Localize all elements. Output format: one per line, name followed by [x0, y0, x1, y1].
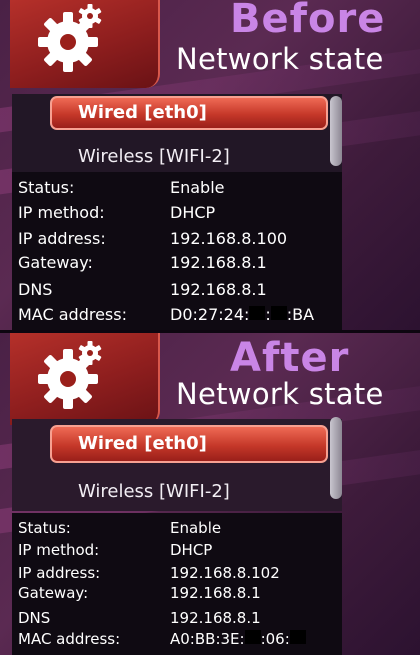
mac-address-label: MAC address:: [18, 630, 121, 648]
dns-label: DNS: [18, 609, 51, 627]
gear-icon: [38, 341, 102, 409]
status-label: Status:: [18, 519, 71, 537]
gateway-value: 192.168.8.1: [170, 584, 261, 602]
gateway-label: Gateway:: [18, 253, 93, 272]
ip-method-row: IP method: DHCP: [18, 203, 338, 227]
status-row: Status: Enable: [18, 519, 338, 543]
status-label: Status:: [18, 178, 75, 197]
settings-tile[interactable]: [10, 0, 160, 88]
mac-address-row: MAC address: D0:27:24:::BA: [18, 305, 338, 329]
ip-method-value: DHCP: [170, 203, 216, 222]
mac-part: :06:: [260, 630, 290, 648]
before-panel: Before Network state Wired [eth0] Wirele…: [0, 0, 420, 330]
ip-address-label: IP address:: [18, 229, 106, 248]
ip-address-value: 192.168.8.100: [170, 229, 288, 248]
mac-part: A0:BB:3E:: [170, 630, 245, 648]
ip-method-value: DHCP: [170, 541, 213, 559]
scrollbar[interactable]: [330, 96, 342, 166]
gear-icon: [38, 4, 102, 72]
dns-label: DNS: [18, 280, 53, 299]
network-info: Status: Enable IP method: DHCP IP addres…: [12, 172, 342, 330]
ip-address-row: IP address: 192.168.8.100: [18, 229, 338, 253]
ip-method-row: IP method: DHCP: [18, 541, 338, 565]
gateway-row: Gateway: 192.168.8.1: [18, 584, 338, 608]
status-row: Status: Enable: [18, 178, 338, 202]
ip-address-label: IP address:: [18, 564, 101, 582]
mac-part: :BA: [286, 305, 315, 324]
redaction-block: [244, 630, 261, 644]
redaction-block: [270, 306, 287, 320]
ip-method-label: IP method:: [18, 203, 105, 222]
dns-row: DNS 192.168.8.1: [18, 280, 338, 304]
after-label: After: [230, 335, 350, 381]
status-value: Enable: [170, 519, 222, 537]
tab-wired[interactable]: Wired [eth0]: [50, 96, 328, 130]
mac-part: D0:27:24:: [170, 305, 250, 324]
tab-wired[interactable]: Wired [eth0]: [50, 425, 328, 463]
page-title: Network state: [176, 377, 384, 411]
dns-value: 192.168.8.1: [170, 609, 261, 627]
mac-address-row: MAC address: A0:BB:3E: :06:: [18, 630, 338, 654]
dns-value: 192.168.8.1: [170, 280, 267, 299]
redaction-block: [249, 306, 266, 320]
ip-method-label: IP method:: [18, 541, 100, 559]
gateway-row: Gateway: 192.168.8.1: [18, 253, 338, 277]
tab-wireless[interactable]: Wireless [WIFI-2]: [60, 477, 338, 507]
gateway-label: Gateway:: [18, 584, 89, 602]
status-value: Enable: [170, 178, 225, 197]
before-label: Before: [230, 0, 386, 42]
scrollbar[interactable]: [330, 417, 342, 499]
mac-address-value: A0:BB:3E: :06:: [170, 630, 306, 648]
mac-address-value: D0:27:24:::BA: [170, 305, 314, 324]
mac-address-label: MAC address:: [18, 305, 127, 324]
ip-address-value: 192.168.8.102: [170, 564, 280, 582]
after-panel: After Network state Wired [eth0] Wireles…: [0, 333, 420, 655]
network-info: Status: Enable IP method: DHCP IP addres…: [12, 513, 342, 655]
page-title: Network state: [176, 42, 384, 76]
settings-tile[interactable]: [10, 333, 160, 425]
redaction-block: [289, 630, 306, 644]
tab-wireless[interactable]: Wireless [WIFI-2]: [60, 142, 338, 172]
gateway-value: 192.168.8.1: [170, 253, 267, 272]
